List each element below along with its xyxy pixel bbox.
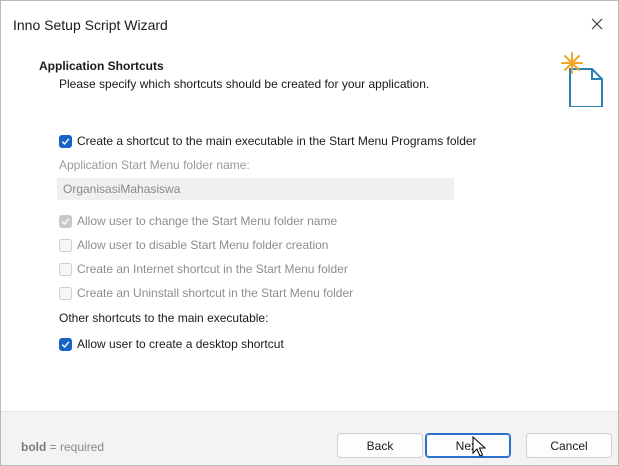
- check-icon: [61, 137, 70, 145]
- allow-disable-folder-label: Allow user to disable Start Menu folder …: [77, 238, 329, 252]
- close-button[interactable]: [576, 5, 618, 43]
- main-shortcut-row[interactable]: Create a shortcut to the main executable…: [59, 134, 477, 148]
- back-button[interactable]: Back: [337, 433, 423, 458]
- cancel-button[interactable]: Cancel: [526, 433, 612, 458]
- page-subtitle: Please specify which shortcuts should be…: [59, 77, 430, 91]
- allow-change-folder-label: Allow user to change the Start Menu fold…: [77, 214, 338, 228]
- title-bar: Inno Setup Script Wizard: [1, 1, 618, 47]
- allow-change-folder-row[interactable]: Allow user to change the Start Menu fold…: [59, 214, 337, 228]
- folder-name-label: Application Start Menu folder name:: [59, 158, 250, 172]
- folder-name-input[interactable]: [57, 178, 454, 200]
- wizard-header: Application Shortcuts Please specify whi…: [1, 47, 618, 108]
- wizard-content: Create a shortcut to the main executable…: [1, 107, 618, 411]
- window-title: Inno Setup Script Wizard: [13, 17, 168, 33]
- page-title: Application Shortcuts: [39, 59, 164, 73]
- allow-change-folder-checkbox[interactable]: [59, 214, 72, 228]
- uninstall-shortcut-checkbox[interactable]: [59, 286, 72, 300]
- check-icon: [61, 217, 70, 225]
- mouse-pointer-icon: [472, 436, 486, 457]
- desktop-shortcut-row[interactable]: Allow user to create a desktop shortcut: [59, 337, 284, 351]
- legend-text: = required: [46, 440, 105, 454]
- desktop-shortcut-label: Allow user to create a desktop shortcut: [77, 337, 284, 351]
- new-document-icon: [561, 52, 603, 108]
- uninstall-shortcut-label: Create an Uninstall shortcut in the Star…: [77, 286, 354, 300]
- wizard-window: Inno Setup Script Wizard Application Sho…: [0, 0, 619, 466]
- main-shortcut-checkbox[interactable]: [59, 134, 72, 148]
- uninstall-shortcut-row[interactable]: Create an Uninstall shortcut in the Star…: [59, 286, 353, 300]
- other-shortcuts-label: Other shortcuts to the main executable:: [59, 311, 269, 325]
- allow-disable-folder-row[interactable]: Allow user to disable Start Menu folder …: [59, 238, 328, 252]
- legend-bold: bold: [21, 440, 47, 454]
- internet-shortcut-checkbox[interactable]: [59, 262, 72, 276]
- required-legend: bold = required: [21, 440, 104, 454]
- wizard-footer: bold = required Back Next Cancel: [1, 411, 618, 465]
- next-button[interactable]: Next: [425, 433, 511, 458]
- main-shortcut-label: Create a shortcut to the main executable…: [77, 134, 477, 148]
- close-icon: [591, 18, 603, 30]
- check-icon: [61, 340, 70, 348]
- internet-shortcut-row[interactable]: Create an Internet shortcut in the Start…: [59, 262, 348, 276]
- internet-shortcut-label: Create an Internet shortcut in the Start…: [77, 262, 348, 276]
- desktop-shortcut-checkbox[interactable]: [59, 337, 72, 351]
- allow-disable-folder-checkbox[interactable]: [59, 238, 72, 252]
